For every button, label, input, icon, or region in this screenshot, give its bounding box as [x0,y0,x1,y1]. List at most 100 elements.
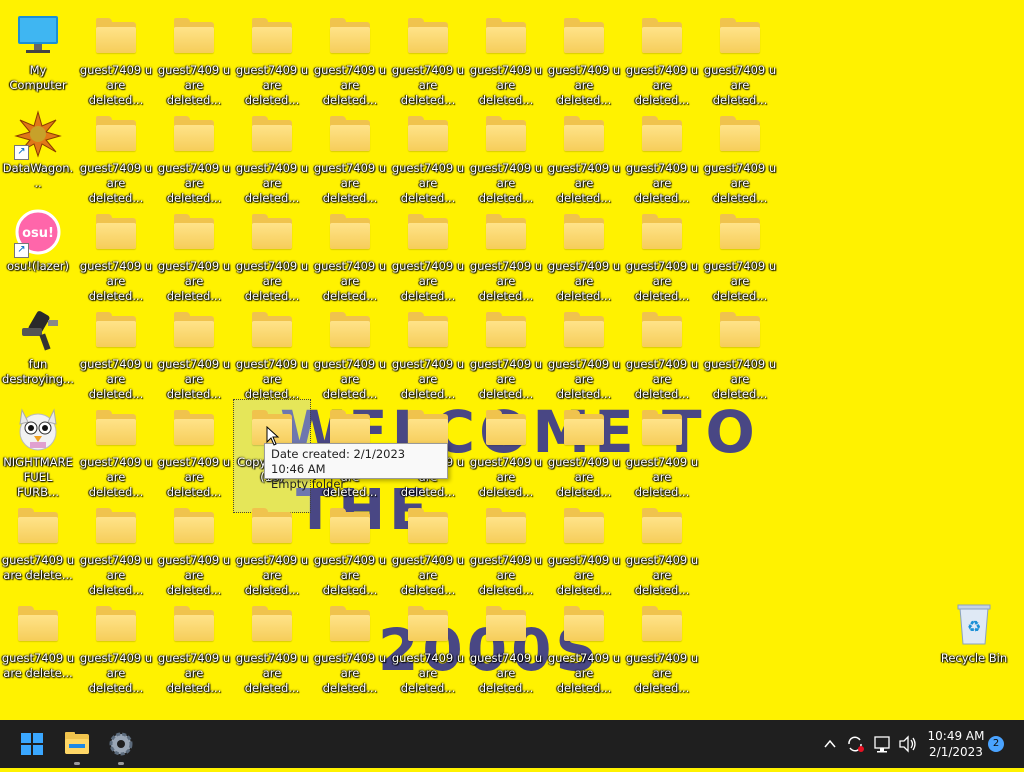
svg-text:osu!: osu! [22,226,54,241]
desktop-folder[interactable]: guest7409 u are deleted... [234,498,310,597]
desktop-folder[interactable]: guest7409 u are deleted... [624,400,700,499]
desktop-folder[interactable]: guest7409 u are deleted... [156,596,232,695]
desktop-folder[interactable]: guest7409 u are delete... [0,498,76,590]
desktop-folder[interactable]: guest7409 u are deleted... [234,106,310,205]
sync-tray-button[interactable] [843,720,867,768]
desktop-folder[interactable]: guest7409 u are deleted... [234,302,310,401]
desktop-folder-label: guest7409 u are deleted... [235,259,309,303]
folder-icon [170,600,218,648]
desktop-folder-label: guest7409 u are deleted... [391,357,465,401]
desktop-folder[interactable]: guest7409 u are deleted... [624,8,700,107]
network-tray-button[interactable] [870,720,894,768]
desktop-folder[interactable]: guest7409 u are deleted... [624,302,700,401]
desktop-icon-my-computer[interactable]: My Computer [0,8,76,100]
folder-icon [560,502,608,550]
desktop-folder[interactable]: guest7409 u are deleted... [546,204,622,303]
desktop-folder[interactable]: guest7409 u are deleted... [390,498,466,597]
desktop-folder[interactable]: guest7409 u are deleted... [312,498,388,597]
desktop-folder[interactable]: guest7409 u are deleted... [468,8,544,107]
monitor-icon [14,12,62,60]
desktop-folder[interactable]: guest7409 u are deleted... [702,302,778,401]
desktop-folder[interactable]: guest7409 u are deleted... [624,106,700,205]
desktop-folder[interactable]: guest7409 u are deleted... [624,204,700,303]
desktop-folder[interactable]: guest7409 u are deleted... [78,106,154,205]
folder-icon [716,306,764,354]
desktop-folder[interactable]: guest7409 u are deleted... [78,596,154,695]
desktop-folder-label: guest7409 u are deleted... [235,553,309,597]
folder-icon [248,600,296,648]
desktop-folder[interactable]: guest7409 u are deleted... [312,204,388,303]
desktop-folder[interactable]: guest7409 u are deleted... [546,400,622,499]
desktop-folder[interactable]: guest7409 u are deleted... [390,596,466,695]
desktop-folder[interactable]: guest7409 u are deleted... [156,400,232,499]
desktop-folder[interactable]: guest7409 u are deleted... [624,498,700,597]
datawagon-icon: ↗ [14,110,62,160]
volume-tray-button[interactable] [895,720,919,768]
folder-icon [92,502,140,550]
folder-icon [404,110,452,158]
show-hidden-icons-button[interactable] [820,720,840,768]
desktop-folder[interactable]: guest7409 u are deleted... [702,106,778,205]
desktop-folder-label: guest7409 u are delete... [1,553,75,582]
desktop-folder[interactable]: guest7409 u are deleted... [546,596,622,695]
desktop-folder[interactable]: guest7409 u are deleted... [78,302,154,401]
folder-icon [482,404,530,452]
settings-button[interactable] [99,720,143,768]
desktop-folder-label: guest7409 u are deleted... [79,651,153,695]
desktop-folder[interactable]: guest7409 u are deleted... [546,106,622,205]
desktop-folder[interactable]: guest7409 u are deleted... [390,302,466,401]
desktop-folder[interactable]: guest7409 u are deleted... [234,8,310,107]
taskbar-clock[interactable]: 10:49 AM 2/1/2023 [922,728,990,760]
desktop-folder-label: guest7409 u are deleted... [79,553,153,597]
desktop-folder[interactable]: guest7409 u are deleted... [78,204,154,303]
desktop-folder[interactable]: guest7409 u are deleted... [312,302,388,401]
furby-icon [14,404,62,452]
desktop-folder[interactable]: guest7409 u are deleted... [468,302,544,401]
desktop-folder[interactable]: guest7409 u are deleted... [390,204,466,303]
desktop-icon-fun-destroying[interactable]: fun destroying... [0,302,76,394]
desktop-folder[interactable]: guest7409 u are deleted... [546,8,622,107]
desktop-folder[interactable]: guest7409 u are deleted... [156,498,232,597]
desktop-folder[interactable]: guest7409 u are deleted... [546,302,622,401]
desktop-folder[interactable]: guest7409 u are deleted... [546,498,622,597]
desktop-folder[interactable]: guest7409 u are deleted... [78,498,154,597]
desktop-folder-label: guest7409 u are deleted... [625,63,699,107]
desktop-folder[interactable]: guest7409 u are deleted... [156,106,232,205]
desktop-folder[interactable]: guest7409 u are deleted... [234,596,310,695]
desktop-folder[interactable]: guest7409 u are deleted... [468,498,544,597]
desktop-folder[interactable]: guest7409 u are deleted... [156,8,232,107]
folder-icon [92,208,140,256]
folder-icon [248,12,296,60]
desktop-folder[interactable]: guest7409 u are deleted... [312,8,388,107]
start-button[interactable] [10,720,54,768]
desktop-folder[interactable]: guest7409 u are deleted... [624,596,700,695]
desktop-icon-recycle-bin[interactable]: ♻ Recycle Bin [936,596,1012,688]
file-explorer-button[interactable] [55,720,99,768]
desktop-folder[interactable]: guest7409 u are deleted... [468,596,544,695]
desktop-icon-osu[interactable]: osu! ↗ osu!(lazer) [0,204,76,296]
desktop-icon-datawagon[interactable]: ↗ DataWagon... [0,106,76,198]
desktop-folder[interactable]: guest7409 u are deleted... [702,8,778,107]
desktop-folder[interactable]: guest7409 u are delete... [0,596,76,688]
desktop-folder[interactable]: guest7409 u are deleted... [78,8,154,107]
folder-icon [638,306,686,354]
desktop-icon-nightmare-fuel-furby[interactable]: NIGHTMARE FUEL FURB... [0,400,76,499]
folder-icon [92,404,140,452]
desktop[interactable]: WELCOME TO THE 2000S My Computer ↗ DataW… [0,0,1024,720]
desktop-folder[interactable]: guest7409 u are deleted... [156,204,232,303]
desktop-folder[interactable]: guest7409 u are deleted... [468,204,544,303]
desktop-folder[interactable]: guest7409 u are deleted... [468,400,544,499]
clock-date: 2/1/2023 [929,745,983,759]
desktop-folder[interactable]: guest7409 u are deleted... [78,400,154,499]
folder-icon [404,306,452,354]
desktop-folder[interactable]: guest7409 u are deleted... [702,204,778,303]
desktop-folder[interactable]: guest7409 u are deleted... [156,302,232,401]
desktop-folder[interactable]: guest7409 u are deleted... [312,596,388,695]
desktop-folder[interactable]: guest7409 u are deleted... [390,106,466,205]
desktop-folder[interactable]: guest7409 u are deleted... [390,8,466,107]
notification-badge[interactable]: 2 [988,736,1004,752]
desktop-folder-label: guest7409 u are deleted... [547,63,621,107]
desktop-folder[interactable]: guest7409 u are deleted... [312,106,388,205]
desktop-folder[interactable]: guest7409 u are deleted... [468,106,544,205]
desktop-folder[interactable]: guest7409 u are deleted... [234,204,310,303]
